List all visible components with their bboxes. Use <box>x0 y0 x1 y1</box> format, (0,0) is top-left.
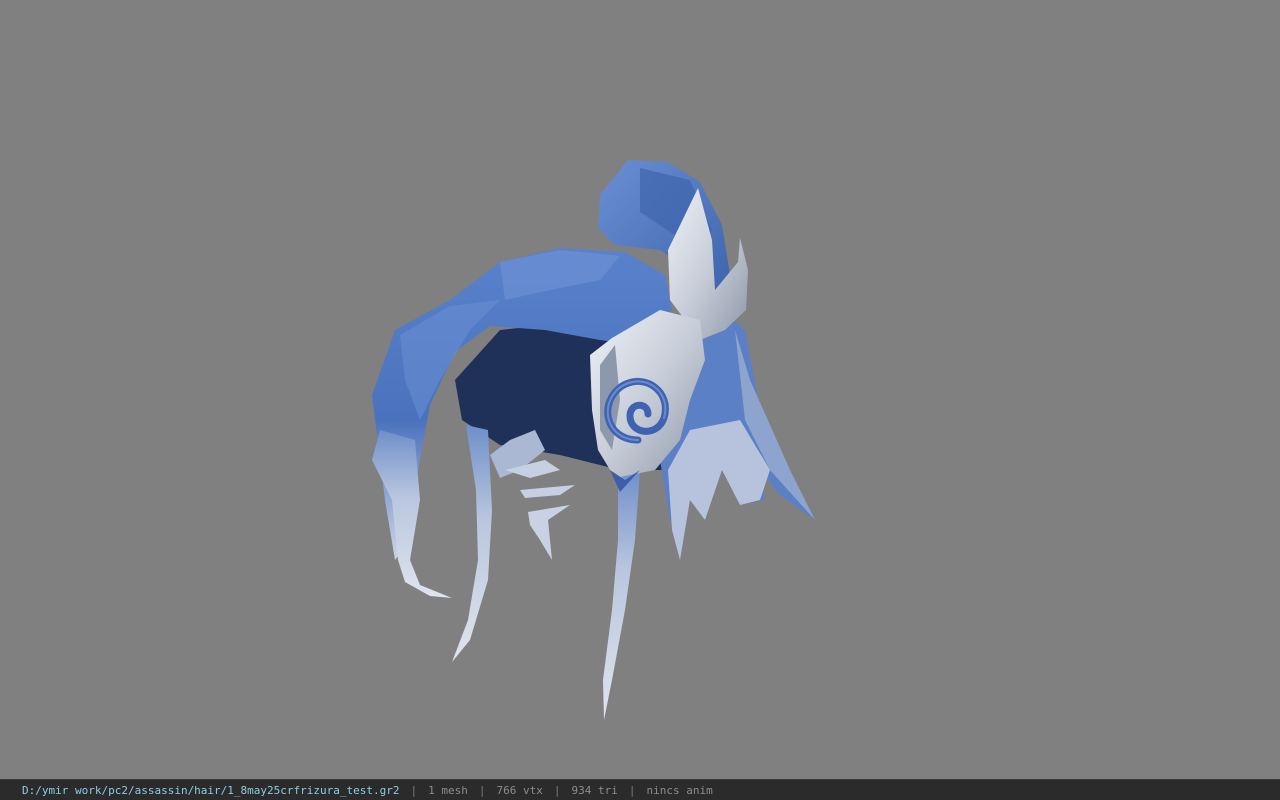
status-separator: | <box>553 783 561 797</box>
status-separator: | <box>478 783 486 797</box>
hair-strand-middle <box>452 425 492 662</box>
hair-strand-front <box>603 470 640 720</box>
hair-strand-left <box>372 430 452 598</box>
status-separator: | <box>628 783 636 797</box>
status-bar: D:/ymir work/pc2/assassin/hair/1_8may25c… <box>0 779 1280 800</box>
3d-viewport[interactable] <box>0 0 1280 779</box>
triangle-count-label: 934 tri <box>571 783 618 797</box>
status-separator: | <box>410 783 418 797</box>
hair-model-render <box>372 160 815 720</box>
vertex-count-label: 766 vtx <box>496 783 543 797</box>
file-path-label: D:/ymir work/pc2/assassin/hair/1_8may25c… <box>22 783 400 797</box>
animation-status-label: nincs anim <box>646 783 713 797</box>
mesh-count-label: 1 mesh <box>428 783 468 797</box>
